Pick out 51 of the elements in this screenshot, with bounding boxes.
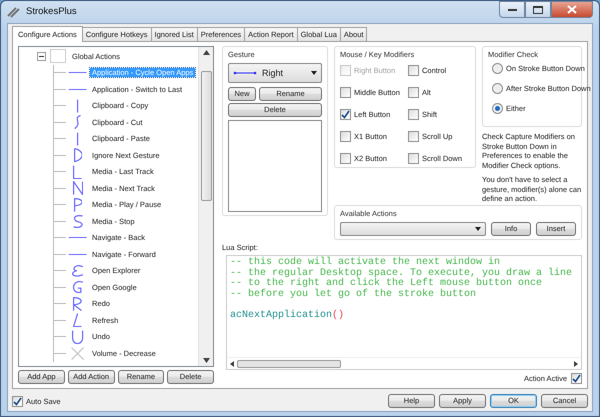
checkbox[interactable] [408,87,419,98]
gesture-icon [73,164,83,179]
cross-icon [71,346,85,360]
close-icon[interactable] [567,5,577,14]
radio-button[interactable] [492,83,503,94]
scroll-up-icon[interactable] [202,50,210,55]
horizontal-scrollbar[interactable] [227,357,581,369]
checkbox[interactable] [408,153,419,164]
checkbox[interactable] [340,153,351,164]
checkbox[interactable] [408,131,419,142]
minimize-button[interactable] [499,1,525,18]
gesture-dropdown[interactable]: Right [228,63,322,83]
code-comment: -- the regular Desktop space. To execute, you draw a line [230,268,572,279]
checkbox[interactable] [340,131,351,142]
gesture-icon [72,281,84,294]
checkbox[interactable] [408,109,419,120]
code-comment: -- to the right and click the Left mouse button once [230,279,542,290]
checkbox[interactable] [571,373,582,384]
code-comment: -- this code will activate the next window in [230,258,500,268]
gesture-icon [233,71,257,75]
gesture-icon [73,296,83,311]
radio-button[interactable] [492,63,503,74]
gesture-icon [72,181,84,196]
gesture-icon [74,198,82,212]
checkbox[interactable] [408,65,419,76]
close-button[interactable] [551,1,593,18]
scrollbar[interactable] [198,47,213,366]
code-line: acNextApplication() [230,310,344,322]
actions-dropdown[interactable] [340,222,486,236]
scroll-left-icon[interactable] [230,360,234,366]
checkbox[interactable] [340,109,351,120]
scroll-right-icon[interactable] [574,360,578,366]
code-comment: -- before you let go of the stroke button [230,290,476,300]
expander-icon[interactable] [37,52,46,61]
maximize-icon[interactable] [533,6,543,14]
gesture-icon [74,115,82,130]
caret-icon [475,227,481,231]
gesture-icon [72,330,84,344]
scroll-down-icon[interactable] [202,358,210,363]
checkbox[interactable] [12,396,23,406]
gesture-icon [72,264,84,277]
gesture-icon [72,214,84,228]
radio-button[interactable] [492,103,503,114]
gesture-icon [74,148,82,162]
gesture-icon [73,313,83,328]
checkbox[interactable] [340,87,351,98]
maximize-button[interactable] [525,1,551,18]
minimize-icon[interactable] [508,8,516,12]
window-title: StrokesPlus [26,6,77,18]
app-icon [7,6,21,18]
caret-icon [311,71,317,75]
